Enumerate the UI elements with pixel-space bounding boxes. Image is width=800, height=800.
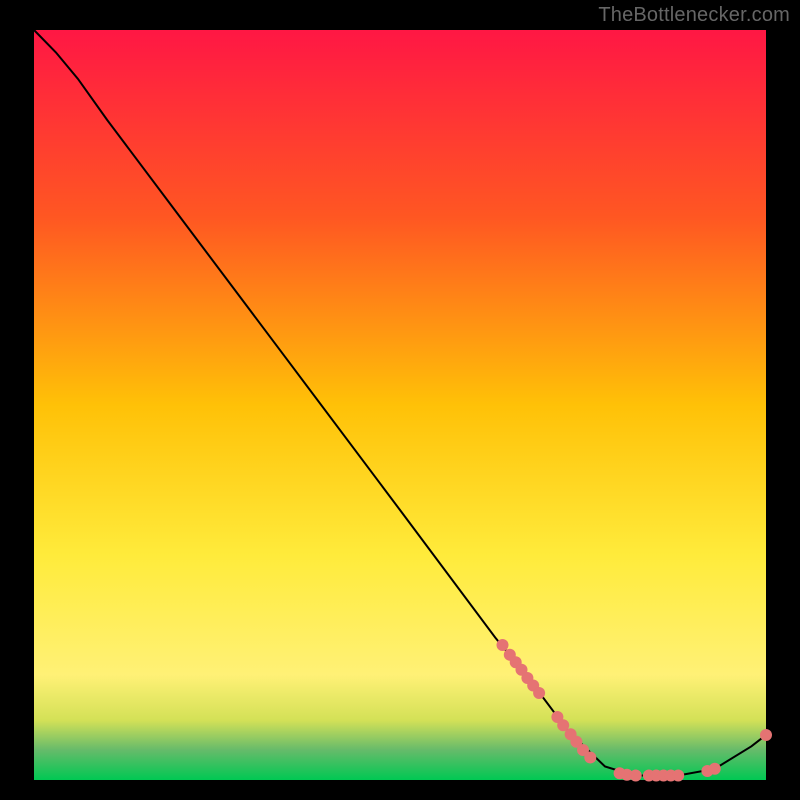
scatter-point — [672, 770, 684, 782]
scatter-point — [709, 763, 721, 775]
scatter-point — [760, 729, 772, 741]
scatter-point — [497, 639, 509, 651]
chart-container: TheBottlenecker.com — [0, 0, 800, 800]
bottleneck-chart — [0, 0, 800, 800]
scatter-point — [533, 687, 545, 699]
scatter-point — [584, 752, 596, 764]
attribution-label: TheBottlenecker.com — [598, 4, 790, 27]
scatter-point — [630, 770, 642, 782]
plot-background — [34, 30, 766, 780]
